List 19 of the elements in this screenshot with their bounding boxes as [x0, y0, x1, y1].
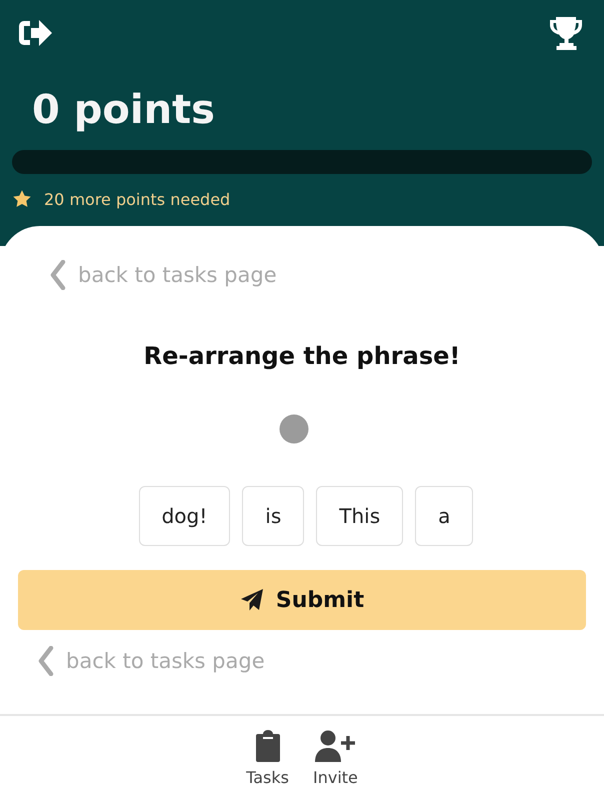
- task-title: Re-arrange the phrase!: [142, 342, 462, 370]
- logout-icon[interactable]: [17, 18, 53, 48]
- points-total: 0 points: [32, 86, 216, 135]
- word-tile[interactable]: a: [415, 486, 474, 546]
- word-tile[interactable]: This: [316, 486, 404, 546]
- chevron-left-icon: [38, 646, 54, 676]
- chevron-left-icon: [50, 260, 66, 290]
- nav-tab[interactable]: Invite: [312, 730, 358, 787]
- submit-button[interactable]: Submit: [18, 570, 586, 630]
- trophy-icon[interactable]: [548, 15, 584, 51]
- word-tile[interactable]: dog!: [138, 486, 230, 546]
- clipboard-icon: [254, 730, 281, 762]
- dot-icon: [279, 414, 309, 444]
- word-tile[interactable]: is: [242, 486, 304, 546]
- star-icon: [12, 189, 32, 209]
- paper-plane-icon: [240, 588, 264, 612]
- points-needed-text: 20 more points needed: [44, 190, 230, 208]
- add-user-icon: [314, 730, 356, 762]
- nav-tab[interactable]: Tasks: [246, 730, 289, 787]
